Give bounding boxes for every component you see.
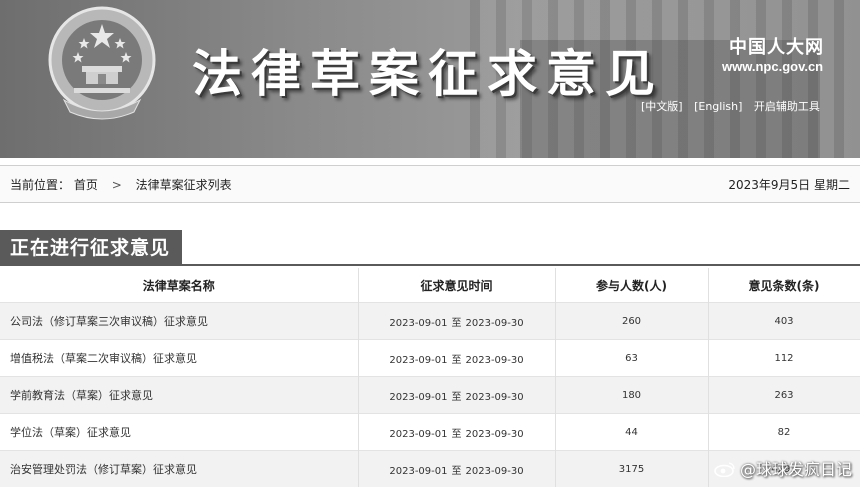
period-start: 2023-09-01 xyxy=(389,355,447,366)
comment-period: 2023-09-01 至 2023-09-30 xyxy=(358,414,555,451)
breadcrumb-current[interactable]: 法律草案征求列表 xyxy=(136,178,232,192)
section-title: 正在进行征求意见 xyxy=(0,230,182,266)
table-row[interactable]: 增值税法（草案二次审议稿）征求意见 2023-09-01至2023-09-30 … xyxy=(0,340,860,377)
breadcrumb-bar: 当前位置： 首页 > 法律草案征求列表 2023年9月5日 星期二 xyxy=(0,165,860,203)
table-row[interactable]: 学位法（草案）征求意见 2023-09-01 至 2023-09-30 44 82 xyxy=(0,414,860,451)
weibo-icon xyxy=(714,461,736,477)
accessibility-tools-link[interactable]: 开启辅助工具 xyxy=(754,100,820,113)
opinion-count: 263 xyxy=(708,377,860,414)
draft-law-table: 法律草案名称 征求意见时间 参与人数(人) 意见条数(条) 公司法（修订草案三次… xyxy=(0,268,860,487)
period-start: 2023-09-01 xyxy=(389,466,447,477)
english-version-link[interactable]: [English] xyxy=(694,100,742,113)
weibo-watermark: @球球发疯日记 xyxy=(714,456,852,480)
section-divider xyxy=(0,264,860,266)
period-start: 2023-09-01 xyxy=(389,318,447,329)
period-end: 2023-09-30 xyxy=(466,392,524,403)
participant-count: 63 xyxy=(555,340,708,377)
opinion-count: 82 xyxy=(708,414,860,451)
period-to: 至 xyxy=(452,429,462,440)
draft-name-link[interactable]: 增值税法（草案二次审议稿）征求意见 xyxy=(0,340,358,377)
column-header-participants: 参与人数(人) xyxy=(555,268,708,303)
period-end: 2023-09-30 xyxy=(466,466,524,477)
current-date: 2023年9月5日 星期二 xyxy=(728,176,850,193)
breadcrumb-home-link[interactable]: 首页 xyxy=(74,178,98,192)
participant-count: 44 xyxy=(555,414,708,451)
breadcrumb: 当前位置： 首页 > 法律草案征求列表 xyxy=(10,176,232,193)
draft-name-link[interactable]: 学位法（草案）征求意见 xyxy=(0,414,358,451)
breadcrumb-separator: > xyxy=(112,178,122,192)
draft-name-link[interactable]: 治安管理处罚法（修订草案）征求意见 xyxy=(0,451,358,487)
table-row[interactable]: 公司法（修订草案三次审议稿）征求意见 2023-09-01 至 2023-09-30… xyxy=(0,303,860,340)
header-banner: 法律草案征求意见 中国人大网 www.npc.gov.cn [中文版] [Eng… xyxy=(0,0,860,158)
period-to: 至 xyxy=(452,466,462,477)
site-url[interactable]: www.npc.gov.cn xyxy=(722,59,823,74)
period-start: 2023-09-01 xyxy=(389,429,447,440)
period-end: 2023-09-30 xyxy=(466,429,524,440)
comment-period: 2023-09-01 至 2023-09-30 xyxy=(358,451,555,487)
comment-period: 2023-09-01 至 2023-09-30 xyxy=(358,340,555,377)
period-end: 2023-09-30 xyxy=(466,318,524,329)
column-header-name: 法律草案名称 xyxy=(0,268,358,303)
period-to: 至 xyxy=(452,392,462,403)
breadcrumb-prefix: 当前位置： xyxy=(10,178,70,192)
language-bar: [中文版] [English] 开启辅助工具 xyxy=(641,98,828,114)
period-to: 至 xyxy=(452,318,462,329)
page-title: 法律草案征求意见 xyxy=(192,34,664,106)
column-header-period: 征求意见时间 xyxy=(358,268,555,303)
opinion-count: 112 xyxy=(708,340,860,377)
participant-count: 3175 xyxy=(555,451,708,487)
participant-count: 260 xyxy=(555,303,708,340)
table-row[interactable]: 学前教育法（草案）征求意见 2023-09-01至2023-09-30 180 … xyxy=(0,377,860,414)
chinese-version-link[interactable]: [中文版] xyxy=(641,100,683,113)
opinion-count: 403 xyxy=(708,303,860,340)
watermark-text: @球球发疯日记 xyxy=(740,460,852,479)
draft-name-link[interactable]: 公司法（修订草案三次审议稿）征求意见 xyxy=(0,303,358,340)
participant-count: 180 xyxy=(555,377,708,414)
period-end: 2023-09-30 xyxy=(466,355,524,366)
period-start: 2023-09-01 xyxy=(389,392,447,403)
comment-period: 2023-09-01 至 2023-09-30 xyxy=(358,377,555,414)
national-emblem-icon xyxy=(44,4,160,122)
section-header: 正在进行征求意见 xyxy=(0,230,860,266)
site-logo-text[interactable]: 中国人大网 xyxy=(729,33,824,59)
comment-period: 2023-09-01 至 2023-09-30 xyxy=(358,303,555,340)
table-header-row: 法律草案名称 征求意见时间 参与人数(人) 意见条数(条) xyxy=(0,268,860,303)
draft-name-link[interactable]: 学前教育法（草案）征求意见 xyxy=(0,377,358,414)
period-to: 至 xyxy=(452,355,462,366)
column-header-opinions: 意见条数(条) xyxy=(708,268,860,303)
